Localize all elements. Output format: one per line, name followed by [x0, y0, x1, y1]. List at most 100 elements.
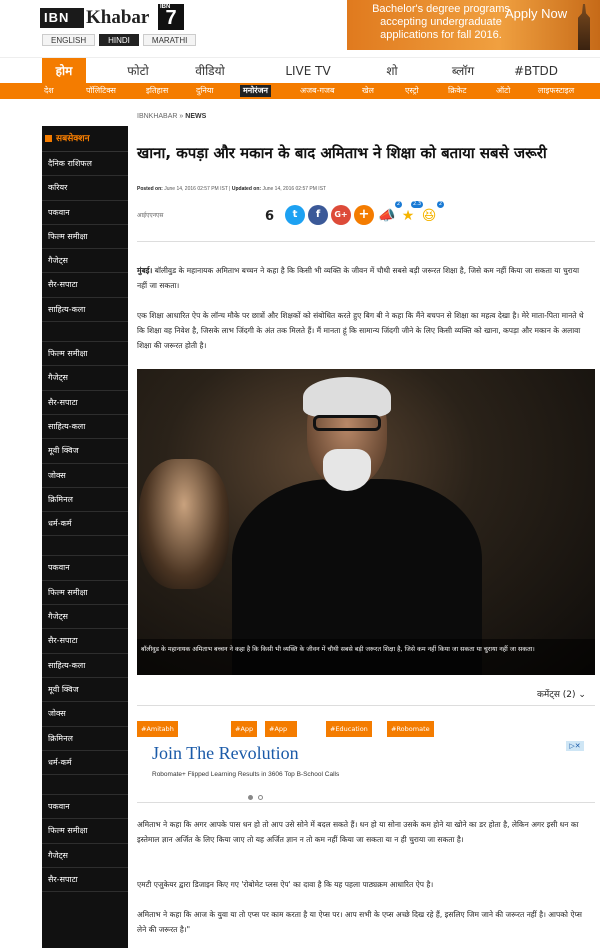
- main-nav-item[interactable]: वीडियो: [180, 58, 240, 84]
- sidebar-item[interactable]: साहित्य-कला: [42, 415, 128, 440]
- sidebar-item[interactable]: धर्म-कर्म: [42, 751, 128, 776]
- article-timestamps: Posted on: June 14, 2016 02:57 PM IST | …: [137, 186, 327, 192]
- photo-glasses: [313, 415, 381, 431]
- tag-chip[interactable]: #Amitabh bachchan: [137, 721, 178, 749]
- sidebar-item[interactable]: फिल्म समीक्षा: [42, 225, 128, 250]
- sidebar-item[interactable]: फिल्म समीक्षा: [42, 581, 128, 606]
- carousel-dot[interactable]: [248, 795, 253, 800]
- article-agency: आईएएनएस: [137, 212, 164, 219]
- sidebar-item[interactable]: पकवान: [42, 556, 128, 581]
- sidebar-item[interactable]: सैर-सपाटा: [42, 868, 128, 893]
- tag-chip[interactable]: #Education: [326, 721, 372, 737]
- photo-hair: [303, 377, 391, 417]
- divider: [137, 705, 595, 706]
- sub-nav-item[interactable]: दुनिया: [196, 83, 213, 99]
- promo-ad[interactable]: Join The Revolution Robomate+ Flipped Le…: [146, 741, 592, 799]
- facebook-share-icon[interactable]: f: [308, 205, 328, 225]
- sidebar-item[interactable]: क्रिमिनल: [42, 727, 128, 751]
- photo-background-person: [139, 459, 229, 589]
- language-switcher: ENGLISH HINDI MARATHI: [42, 34, 197, 46]
- sub-nav: देश पॉलिटिक्स इतिहास दुनिया मनोरंजन अजब-गजब खे…: [0, 83, 600, 99]
- sidebar-item[interactable]: जोक्स: [42, 464, 128, 488]
- sidebar-item[interactable]: फिल्म समीक्षा: [42, 819, 128, 844]
- sidebar-item[interactable]: सैर-सपाटा: [42, 273, 128, 298]
- article-paragraph-4: एमटी एजुकेयर द्वारा डिजाइन किए गए 'रोबोम…: [137, 880, 434, 889]
- sub-nav-item[interactable]: इतिहास: [146, 83, 168, 99]
- article-photo[interactable]: बॉलीवुड के महानायक अमिताभ बच्चन ने कहा ह…: [137, 369, 595, 675]
- twitter-share-icon[interactable]: t: [285, 205, 305, 225]
- sidebar-item[interactable]: धर्म-कर्म: [42, 512, 128, 537]
- sidebar-item[interactable]: गैजेट्स: [42, 249, 128, 274]
- sidebar-item[interactable]: सैर-सपाटा: [42, 391, 128, 415]
- article-title: खाना, कपड़ा और मकान के बाद अमिताभ ने शिक…: [137, 144, 547, 162]
- sidebar-item[interactable]: सैर-सपाटा: [42, 629, 128, 654]
- sub-nav-item[interactable]: ऑटो: [496, 83, 510, 99]
- sidebar-item[interactable]: करियर: [42, 176, 128, 201]
- language-option[interactable]: ENGLISH: [42, 34, 96, 46]
- logo-seven-badge: IBN 7: [158, 4, 184, 30]
- language-option[interactable]: MARATHI: [142, 34, 197, 46]
- sub-nav-item[interactable]: एस्ट्रो: [405, 83, 419, 99]
- tag-chip[interactable]: #Robomate Plus App: [387, 721, 434, 749]
- article-paragraph-2: एक शिक्षा आधारित ऐप के लॉन्च मौके पर छात…: [137, 311, 584, 350]
- sidebar-item[interactable]: गैजेट्स: [42, 605, 128, 630]
- chevron-down-icon: ⌄: [578, 690, 586, 700]
- sidebar-item[interactable]: पकवान: [42, 795, 128, 820]
- comments-toggle[interactable]: कमेंट्स (2) ⌄: [537, 687, 586, 700]
- tag-chip[interactable]: #App: [231, 721, 258, 737]
- sidebar-item[interactable]: साहित्य-कला: [42, 298, 128, 323]
- ibnkhabar-logo[interactable]: IBN Khabar IBN 7: [40, 4, 200, 32]
- promo-subline: Robomate+ Flipped Learning Results in 36…: [152, 771, 340, 778]
- sidebar-item[interactable]: जोक्स: [42, 702, 128, 727]
- sub-nav-item[interactable]: देश: [44, 83, 54, 99]
- main-nav-item[interactable]: शो: [375, 58, 409, 84]
- sidebar-item[interactable]: फिल्म समीक्षा: [42, 342, 128, 367]
- sidebar-separator: [42, 775, 128, 796]
- breadcrumb: IBNKHABAR » NEWS: [137, 113, 207, 120]
- ad-choices-icon[interactable]: ▷✕: [566, 741, 584, 751]
- sidebar-item[interactable]: गैजेट्स: [42, 844, 128, 869]
- ad-banner[interactable]: Bachelor's degree programs accepting und…: [347, 0, 600, 50]
- sidebar-item[interactable]: मूवी क्विज: [42, 678, 128, 703]
- laugh-emoji-icon[interactable]: 😆 2: [420, 201, 444, 225]
- tag-chip[interactable]: #App Launch: [265, 721, 297, 749]
- sidebar-item[interactable]: पकवान: [42, 201, 128, 225]
- sub-nav-item[interactable]: क्रिकेट: [448, 83, 466, 99]
- ad-banner-text: Bachelor's degree programs accepting und…: [372, 3, 510, 41]
- ad-apply-now-button[interactable]: Apply Now: [505, 6, 567, 22]
- main-nav-item[interactable]: होम: [42, 58, 86, 84]
- subsection-sidebar: सबसेक्शन दैनिक राशिफल करियर पकवान फिल्म समी…: [42, 126, 128, 948]
- breadcrumb-site[interactable]: IBNKHABAR: [137, 113, 177, 120]
- main-nav-item[interactable]: LIVE TV: [275, 58, 341, 84]
- share-count: 6: [265, 209, 275, 224]
- sub-nav-item[interactable]: मनोरंजन: [240, 85, 271, 97]
- sub-nav-item[interactable]: खेल: [362, 83, 374, 99]
- photo-caption: बॉलीवुड के महानायक अमिताभ बच्चन ने कहा ह…: [137, 639, 595, 675]
- star-icon[interactable]: ★ 2.3: [399, 201, 423, 225]
- photo-beard: [323, 449, 371, 491]
- breadcrumb-section[interactable]: NEWS: [185, 113, 206, 120]
- main-nav-item[interactable]: #BTDD: [510, 58, 562, 84]
- sub-nav-item[interactable]: पॉलिटिक्स: [86, 83, 116, 99]
- site-header: IBN Khabar IBN 7 ENGLISH HINDI MARATHI Bach…: [0, 0, 600, 52]
- article-paragraph-3: अमिताभ ने कहा कि अगर आपके पास धन हो तो आ…: [137, 820, 579, 844]
- main-nav-item[interactable]: फोटो: [110, 58, 166, 84]
- divider: [137, 802, 595, 803]
- trumpet-icon[interactable]: 📣 2: [378, 201, 402, 225]
- sidebar-item[interactable]: गैजेट्स: [42, 366, 128, 391]
- sub-nav-item[interactable]: लाइफस्टाइल: [538, 83, 574, 99]
- logo-khabar: Khabar: [86, 7, 150, 28]
- main-nav-item[interactable]: ब्लॉग: [435, 58, 491, 84]
- carousel-dot[interactable]: [258, 795, 263, 800]
- sidebar-item[interactable]: क्रिमिनल: [42, 488, 128, 513]
- sidebar-heading: सबसेक्शन: [42, 126, 128, 152]
- main-nav: होम फोटो वीडियो LIVE TV शो ब्लॉग #BTDD: [0, 57, 600, 84]
- sub-nav-item[interactable]: अजब-गजब: [300, 83, 335, 99]
- sidebar-item[interactable]: दैनिक राशिफल: [42, 152, 128, 177]
- sidebar-item[interactable]: साहित्य-कला: [42, 654, 128, 678]
- divider: [137, 241, 595, 242]
- language-option[interactable]: HINDI: [99, 34, 139, 46]
- sidebar-item[interactable]: मूवी क्विज: [42, 439, 128, 464]
- more-share-icon[interactable]: +: [354, 205, 374, 225]
- google-plus-share-icon[interactable]: G+: [331, 205, 351, 225]
